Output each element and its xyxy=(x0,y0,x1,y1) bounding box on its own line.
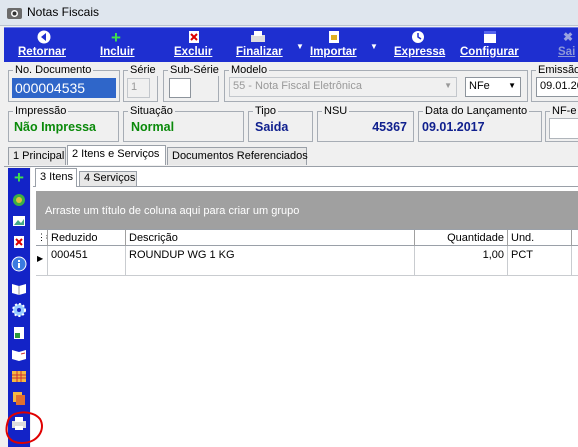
main-toolbar: Retornar + Incluir Excluir Finalizar ▼ I… xyxy=(4,27,578,62)
cell-descricao[interactable]: ROUNDUP WG 1 KG xyxy=(126,246,415,276)
import-icon xyxy=(329,31,339,43)
annotation-circle xyxy=(5,411,43,445)
modelo-group: Modelo 55 - Nota Fiscal Eletrônica ▼ NFe… xyxy=(224,64,528,102)
tab-itens-servicos[interactable]: 2 Itens e Serviços xyxy=(67,145,166,165)
column-chooser-icon[interactable]: ⋮≡ xyxy=(36,230,48,246)
finalizar-button[interactable]: Finalizar ▼ xyxy=(232,28,304,63)
chevron-down-icon: ▼ xyxy=(444,81,452,90)
delete-icon[interactable] xyxy=(11,234,27,250)
printer-icon xyxy=(251,31,265,42)
nsu-value: 45367 xyxy=(372,120,407,134)
chevron-down-icon: ▼ xyxy=(508,81,516,90)
table-grid-icon[interactable] xyxy=(11,368,27,384)
app-icon xyxy=(7,8,22,19)
chevron-down-icon[interactable]: ▼ xyxy=(296,42,304,51)
table-row[interactable]: ▶ 000451 ROUNDUP WG 1 KG 1,00 PCT xyxy=(36,246,578,276)
retornar-button[interactable]: Retornar xyxy=(8,28,78,63)
image-icon[interactable] xyxy=(11,213,27,229)
nfe-status-value xyxy=(549,118,578,139)
plus-icon: + xyxy=(111,28,121,47)
emissao-input[interactable]: 09.01.20 xyxy=(536,77,578,97)
excluir-button[interactable]: Excluir xyxy=(170,28,220,63)
chevron-down-icon[interactable]: ▼ xyxy=(370,42,378,51)
grid-header: ⋮≡ Reduzido Descrição Quantidade Und. xyxy=(36,229,578,246)
cell-quantidade[interactable]: 1,00 xyxy=(415,246,508,276)
column-descricao[interactable]: Descrição xyxy=(126,230,415,246)
side-toolbar: + xyxy=(8,168,30,447)
column-und[interactable]: Und. xyxy=(508,230,572,246)
tab-documentos-referenciados[interactable]: Documentos Referenciados xyxy=(167,147,308,165)
tipo-nfe-select[interactable]: NFe ▼ xyxy=(465,77,521,97)
column-reduzido[interactable]: Reduzido xyxy=(48,230,126,246)
incluir-button[interactable]: + Incluir xyxy=(94,28,144,63)
situacao-group: Situação Normal xyxy=(123,105,244,142)
nfe-status-group: NF-e S xyxy=(545,105,578,142)
modelo-select[interactable]: 55 - Nota Fiscal Eletrônica ▼ xyxy=(229,77,457,97)
config-icon xyxy=(484,31,496,43)
spreadsheet-icon[interactable] xyxy=(11,325,27,341)
tab-itens[interactable]: 3 Itens xyxy=(35,168,77,187)
title-bar: Notas Fiscais xyxy=(0,0,578,26)
column-quantidade[interactable]: Quantidade xyxy=(415,230,508,246)
book-icon[interactable] xyxy=(11,280,27,296)
data-lancamento-value: 09.01.2017 xyxy=(422,120,485,134)
exit-icon: ✖ xyxy=(562,30,574,44)
tab-principal[interactable]: 1 Principal xyxy=(8,147,66,165)
window-title: Notas Fiscais xyxy=(27,5,100,19)
group-by-panel[interactable]: Arraste um título de coluna aqui para cr… xyxy=(36,191,578,229)
info-icon[interactable] xyxy=(11,256,27,272)
impressao-value: Não Impressa xyxy=(14,120,96,134)
tipo-group: Tipo Saida xyxy=(248,105,313,142)
data-lancamento-group: Data do Lançamento 09.01.2017 xyxy=(418,105,542,142)
no-documento-group: No. Documento 000004535 xyxy=(8,64,120,102)
configurar-button[interactable]: Configurar xyxy=(458,28,524,63)
serie-input[interactable]: 1 xyxy=(127,78,150,98)
add-product-icon[interactable] xyxy=(11,192,27,208)
express-icon xyxy=(412,31,424,43)
impressao-group: Impressão Não Impressa xyxy=(8,105,119,142)
sair-button[interactable]: ✖ Sai xyxy=(554,28,578,63)
row-indicator-icon: ▶ xyxy=(36,246,48,276)
emissao-group: Emissão 09.01.20 xyxy=(531,64,578,102)
add-item-icon[interactable]: + xyxy=(11,169,27,186)
situacao-value: Normal xyxy=(131,120,175,134)
cell-reduzido[interactable]: 000451 xyxy=(48,246,126,276)
copy-docs-icon[interactable] xyxy=(11,390,27,406)
serie-group: Série 1 xyxy=(123,64,158,102)
group-hint: Arraste um título de coluna aqui para cr… xyxy=(45,205,300,217)
importar-button[interactable]: Importar ▼ xyxy=(306,28,378,63)
expressa-button[interactable]: Expressa xyxy=(390,28,446,63)
gear-icon[interactable] xyxy=(11,302,27,318)
cell-und[interactable]: PCT xyxy=(508,246,572,276)
tipo-value: Saida xyxy=(255,120,289,134)
no-documento-input[interactable]: 000004535 xyxy=(12,78,116,98)
sub-serie-input[interactable] xyxy=(169,78,191,98)
nsu-group: NSU 45367 xyxy=(317,105,414,142)
subtab-divider xyxy=(33,186,578,187)
back-arrow-icon xyxy=(37,30,51,44)
open-book-icon[interactable] xyxy=(11,346,27,362)
sub-serie-group: Sub-Série xyxy=(163,64,221,102)
tab-servicos[interactable]: 4 Serviços xyxy=(79,171,137,186)
delete-doc-icon xyxy=(189,31,199,43)
